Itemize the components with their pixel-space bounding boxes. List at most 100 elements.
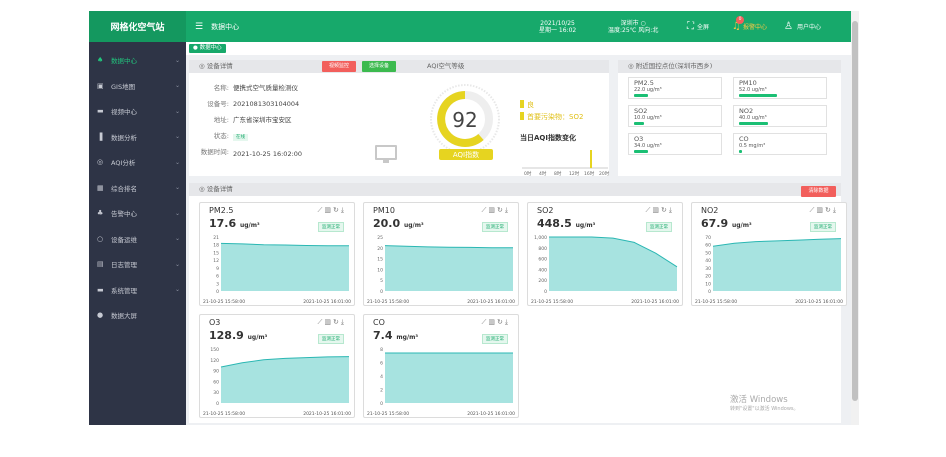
watermark-line1: 激活 Windows [730, 395, 788, 405]
metric-name: NO2 [701, 206, 719, 215]
refresh-icon[interactable]: ↻ [825, 206, 833, 214]
refresh-icon[interactable]: ↻ [497, 206, 505, 214]
national-item-so2: SO2 10.0 ug/m³ [628, 105, 722, 127]
bar-chart-icon[interactable]: ▥ [816, 206, 825, 214]
metric-unit: ug/m³ [247, 334, 268, 341]
watermark-line2: 转到"设置"以激活 Windows。 [730, 406, 799, 412]
metric-value: 7.4 mg/m³ [373, 329, 418, 342]
aqi-hour-tick: 0时 [524, 170, 532, 176]
map-icon: ▣ [97, 81, 104, 90]
y-tick-label: 5 [380, 278, 383, 284]
detail-card-header: ◎ 设备详情 [189, 183, 841, 196]
refresh-icon[interactable]: ↻ [333, 206, 341, 214]
sidebar-item-1[interactable]: ▣ GIS地图 ⌄ [89, 74, 186, 98]
fullscreen-button[interactable]: ⛶ 全屏 [687, 11, 709, 42]
scrollbar-thumb[interactable] [852, 21, 858, 401]
metric-name: CO [373, 318, 385, 327]
sidebar-item-2[interactable]: ▬ 视频中心 ⌄ [89, 99, 186, 123]
cloud-icon: ○ [640, 19, 646, 27]
bell-icon[interactable]: ♫ 0 [732, 16, 744, 32]
tab-strip: ● 数据中心 [186, 42, 859, 55]
x-tick-label: 2021-10-25 16:01:00 [303, 411, 351, 417]
y-tick-label: 40 [705, 258, 711, 264]
menu-title: 数据中心 [211, 22, 240, 31]
device-name: 便携式空气质量检测仪 [233, 84, 298, 92]
device-values: 便携式空气质量检测仪 2021081303104004 广东省深圳市宝安区 在线… [233, 80, 302, 162]
download-icon[interactable]: ⤓ [341, 318, 346, 326]
sidebar-item-4[interactable]: ◎ AQI分析 ⌄ [89, 150, 186, 174]
download-icon[interactable]: ⤓ [833, 206, 838, 214]
metric-card-co: CO ⟋▥↻⤓ 7.4 mg/m³ 监测正常 8 6 4 2 0 21-10-25 15:58:0… [363, 314, 519, 418]
bar-chart-icon[interactable]: ▥ [652, 206, 661, 214]
download-icon[interactable]: ⤓ [505, 206, 510, 214]
bar-chart-icon[interactable]: ▥ [324, 318, 333, 326]
user-icon[interactable]: ♙ [784, 21, 793, 32]
device-data-time: 2021-10-25 16:02:00 [233, 150, 303, 158]
sidebar-item-0[interactable]: ♠ 数据中心 ⌄ [89, 48, 186, 72]
refresh-icon[interactable]: ↻ [333, 318, 341, 326]
video-monitor-button[interactable]: 视频监控 [322, 61, 356, 72]
download-icon[interactable]: ⤓ [341, 206, 346, 214]
refresh-icon[interactable]: ↻ [497, 318, 505, 326]
sidebar-item-label: 设备运维 [111, 235, 137, 244]
sidebar-item-3[interactable]: ▐ 数据分析 ⌄ [89, 125, 186, 149]
chart-tools: ⟋▥↻⤓ [481, 318, 510, 327]
sidebar-item-6[interactable]: ♣ 告警中心 ⌄ [89, 201, 186, 225]
sidebar-item-5[interactable]: ▦ 综合排名 ⌄ [89, 176, 186, 200]
sidebar-item-label: 数据中心 [111, 57, 137, 65]
metric-card-so2: SO2 ⟋▥↻⤓ 448.5 ug/m³ 监测正常 1,000 800 600 400 200 0… [527, 202, 683, 306]
download-icon[interactable]: ⤓ [669, 206, 674, 214]
datetime: 2021/10/25 星期一 16:02 [539, 11, 576, 42]
metric-value: 17.6 ug/m³ [209, 217, 260, 230]
sidebar-item-7[interactable]: ○ 设备运维 ⌄ [89, 227, 186, 251]
metric-unit: ug/m³ [239, 222, 260, 229]
y-tick-label: 10 [377, 267, 383, 273]
rank-icon: ▦ [97, 183, 104, 192]
metric-chart: 8 6 4 2 0 21-10-25 15:58:00 2021-10-25 16:01:0… [367, 347, 515, 417]
x-tick-label: 2021-10-25 16:01:00 [467, 299, 515, 305]
refresh-icon[interactable]: ↻ [661, 206, 669, 214]
bar-chart-icon[interactable]: ▥ [488, 318, 497, 326]
pollutant-value: 40.0 ug/m³ [739, 115, 767, 121]
status-key: 状态: [213, 132, 229, 140]
pollutant-bar [739, 150, 742, 153]
download-icon[interactable]: ⤓ [505, 318, 510, 326]
sidebar-item-8[interactable]: ▤ 日志管理 ⌄ [89, 252, 186, 276]
home-icon: ♠ [97, 56, 104, 64]
app-window: 网格化空气站 ☰ 数据中心 2021/10/25 星期一 16:02 深圳市 ○… [89, 11, 859, 425]
y-tick-label: 25 [377, 235, 383, 241]
aqi-hour-tick: 8时 [554, 170, 562, 176]
menu-icon[interactable]: ☰ [195, 22, 203, 32]
metric-name: PM10 [373, 206, 395, 215]
select-device-button[interactable]: 选择设备 [362, 61, 396, 72]
sidebar-item-10[interactable]: ● 数据大屏 [89, 303, 186, 327]
date-text: 2021/10/25 [540, 19, 575, 27]
scrollbar[interactable] [851, 11, 859, 425]
metric-chart: 150 120 90 60 30 0 21-10-25 15:58:00 2021-10-25… [203, 347, 351, 417]
device-keys: 名称: 设备号: 地址: 状态: 数据时间: [189, 80, 229, 160]
fullscreen-icon[interactable]: ⛶ [687, 21, 694, 32]
sidebar-item-label: 视频中心 [111, 108, 137, 116]
chart-tools: ⟋▥↻⤓ [317, 318, 346, 327]
dashboard-icon: ● [97, 311, 104, 319]
metric-value: 448.5 ug/m³ [537, 217, 595, 230]
logo: 网格化空气站 [89, 11, 186, 42]
clear-data-button[interactable]: 清除数据 [801, 186, 836, 197]
tab-data-center[interactable]: ● 数据中心 [189, 44, 226, 53]
bar-chart-icon[interactable]: ▥ [488, 206, 497, 214]
alarm-label: 报警中心 [742, 24, 767, 31]
pollutant-value: 22.0 ug/m³ [634, 87, 662, 93]
national-station-card: ◎ 附近国控点位(深圳市西乡) PM2.5 22.0 ug/m³ PM10 52.0 … [618, 60, 841, 176]
alarm-icon: ♣ [97, 209, 104, 217]
bar-chart-icon[interactable]: ▥ [324, 206, 333, 214]
pollutant-bar [739, 94, 778, 97]
sidebar-item-9[interactable]: ▬ 系统管理 ⌄ [89, 278, 186, 302]
settings-icon: ◎ [199, 62, 205, 70]
time-key: 数据时间: [200, 148, 229, 156]
alarm-center-button[interactable]: ♫ 0 报警中心 [732, 11, 767, 42]
y-tick-label: 120 [210, 358, 219, 364]
menu-toggle[interactable]: ☰ 数据中心 [195, 11, 239, 42]
x-tick-label: 2021-10-25 16:01:00 [303, 299, 351, 305]
user-center-button[interactable]: ♙ 用户中心 [784, 11, 821, 42]
x-tick-label: 2021-10-25 16:01:00 [795, 299, 843, 305]
